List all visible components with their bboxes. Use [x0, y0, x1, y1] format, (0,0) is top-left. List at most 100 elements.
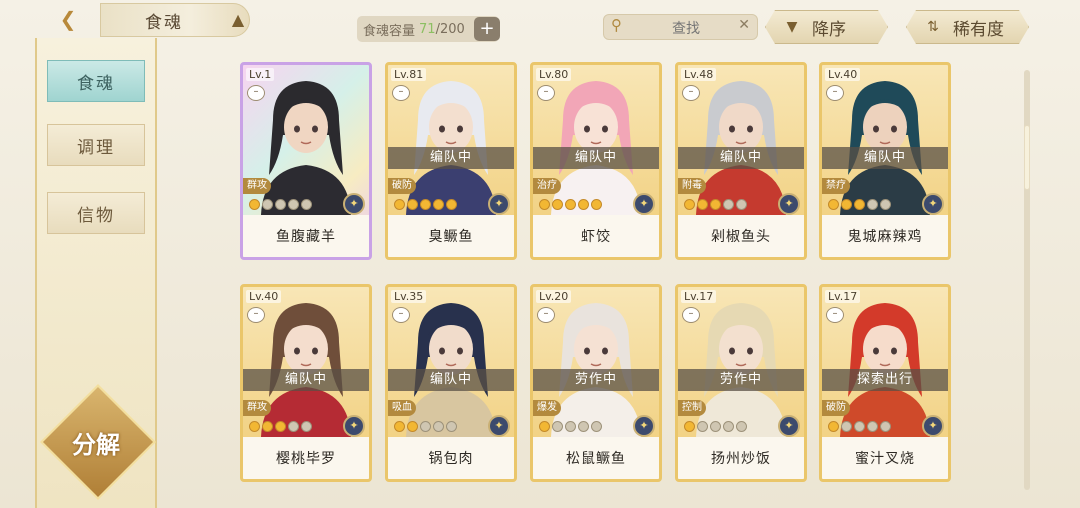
lock-toggle-icon[interactable]: –	[682, 85, 700, 101]
lock-toggle-icon[interactable]: –	[826, 85, 844, 101]
home-icon[interactable]: ▲	[226, 10, 250, 30]
star-icon	[301, 199, 312, 210]
status-badge: 探索出行	[822, 369, 948, 391]
star-icon	[867, 421, 878, 432]
tab-tokens[interactable]: 信物	[47, 192, 145, 234]
search-input[interactable]	[644, 18, 728, 40]
star-icon	[880, 421, 891, 432]
element-icon: ✦	[922, 415, 944, 437]
star-icon	[433, 199, 444, 210]
card-name: 臭鳜鱼	[388, 215, 514, 257]
star-icon	[288, 421, 299, 432]
star-icon	[420, 199, 431, 210]
star-icon	[249, 199, 260, 210]
star-rating	[539, 421, 602, 433]
star-rating	[394, 421, 457, 433]
star-icon	[394, 199, 405, 210]
search-box[interactable]: ⚲ ✕	[603, 14, 758, 40]
food-soul-card[interactable]: Lv.20 – 劳作中 爆发 ✦ 松鼠鳜鱼	[530, 284, 662, 482]
food-soul-card[interactable]: Lv.48 – 编队中 附毒 ✦ 剁椒鱼头	[675, 62, 807, 260]
status-badge: 编队中	[388, 147, 514, 169]
star-icon	[446, 199, 457, 210]
star-icon	[828, 421, 839, 432]
sort-key-button[interactable]: ⇅ 稀有度	[906, 10, 1029, 44]
card-name: 虾饺	[533, 215, 659, 257]
star-icon	[591, 421, 602, 432]
star-icon	[684, 421, 695, 432]
plus-icon: +	[479, 18, 495, 39]
food-soul-card[interactable]: Lv.80 – 编队中治疗 ✦ 虾饺	[530, 62, 662, 260]
lock-toggle-icon[interactable]: –	[247, 85, 265, 101]
star-icon	[828, 199, 839, 210]
sort-order-label: 降序	[812, 19, 846, 40]
lock-toggle-icon[interactable]: –	[537, 85, 555, 101]
lock-toggle-icon[interactable]: –	[826, 307, 844, 323]
star-icon	[578, 421, 589, 432]
star-rating	[249, 199, 312, 211]
sort-key-label: 稀有度	[953, 19, 1004, 40]
star-icon	[697, 421, 708, 432]
star-rating	[684, 199, 747, 211]
status-badge: 劳作中	[678, 369, 804, 391]
food-soul-card[interactable]: Lv.40 – 编队中 群攻 ✦ 樱桃毕罗	[240, 284, 372, 482]
element-icon: ✦	[488, 415, 510, 437]
food-soul-card[interactable]: Lv.81 – 编队中 破防 ✦ 臭鳜鱼	[385, 62, 517, 260]
tab-food-souls[interactable]: 食魂	[47, 60, 145, 102]
star-icon	[446, 421, 457, 432]
role-tag: 治疗	[533, 178, 561, 194]
top-bar: ❮ 食魂 ▲ 食魂容量 71 /200 + ⚲ ✕ ▼ 降序 ⇅ 稀有度	[0, 0, 1080, 46]
status-badge: 编队中	[822, 147, 948, 169]
element-icon: ✦	[633, 193, 655, 215]
role-tag: 破防	[388, 178, 416, 194]
status-badge: 劳作中	[533, 369, 659, 391]
food-soul-card[interactable]: Lv.35 – 编队中 吸血 ✦ 锅包肉	[385, 284, 517, 482]
star-icon	[407, 421, 418, 432]
lock-toggle-icon[interactable]: –	[537, 307, 555, 323]
role-tag: 控制	[678, 400, 706, 416]
lock-toggle-icon[interactable]: –	[392, 307, 410, 323]
back-button[interactable]: ❮	[48, 6, 88, 32]
element-icon: ✦	[343, 193, 365, 215]
food-soul-card[interactable]: Lv.40 – 编队中 禁疗 ✦ 鬼城麻辣鸡	[819, 62, 951, 260]
add-capacity-button[interactable]: +	[474, 17, 500, 41]
lock-toggle-icon[interactable]: –	[682, 307, 700, 323]
star-icon	[723, 421, 734, 432]
lock-toggle-icon[interactable]: –	[392, 85, 410, 101]
star-icon	[710, 421, 721, 432]
star-icon	[684, 199, 695, 210]
star-icon	[841, 199, 852, 210]
close-icon[interactable]: ✕	[738, 17, 750, 33]
back-arrow-icon: ❮	[59, 7, 77, 31]
decompose-label: 分解	[72, 431, 120, 459]
star-icon	[723, 199, 734, 210]
tab-cooking[interactable]: 调理	[47, 124, 145, 166]
star-icon	[301, 421, 312, 432]
star-icon	[249, 421, 260, 432]
star-icon	[736, 199, 747, 210]
star-icon	[867, 199, 878, 210]
star-icon	[854, 421, 865, 432]
status-badge: 编队中	[388, 369, 514, 391]
lock-toggle-icon[interactable]: –	[247, 307, 265, 323]
role-tag: 群攻	[243, 178, 271, 194]
sort-order-button[interactable]: ▼ 降序	[765, 10, 888, 44]
chevron-down-icon: ▼	[786, 19, 798, 35]
role-tag: 附毒	[678, 178, 706, 194]
card-name: 扬州炒饭	[678, 437, 804, 479]
star-icon	[552, 421, 563, 432]
food-soul-card[interactable]: Lv.17 – 劳作中 控制 ✦ 扬州炒饭	[675, 284, 807, 482]
scrollbar-thumb[interactable]	[1024, 125, 1030, 190]
star-icon	[407, 199, 418, 210]
element-icon: ✦	[633, 415, 655, 437]
level-label: Lv.20	[536, 290, 572, 303]
card-name: 松鼠鳜鱼	[533, 437, 659, 479]
star-rating	[394, 199, 457, 211]
status-badge: 编队中	[533, 147, 659, 169]
star-icon	[710, 199, 721, 210]
star-icon	[433, 421, 444, 432]
level-label: Lv.80	[536, 68, 572, 81]
food-soul-card[interactable]: Lv.17 – 探索出行 破防 ✦ 蜜汁叉烧	[819, 284, 951, 482]
level-label: Lv.35	[391, 290, 427, 303]
star-icon	[565, 199, 576, 210]
food-soul-card[interactable]: Lv.1 – 群攻 ✦ 鱼腹藏羊	[240, 62, 372, 260]
